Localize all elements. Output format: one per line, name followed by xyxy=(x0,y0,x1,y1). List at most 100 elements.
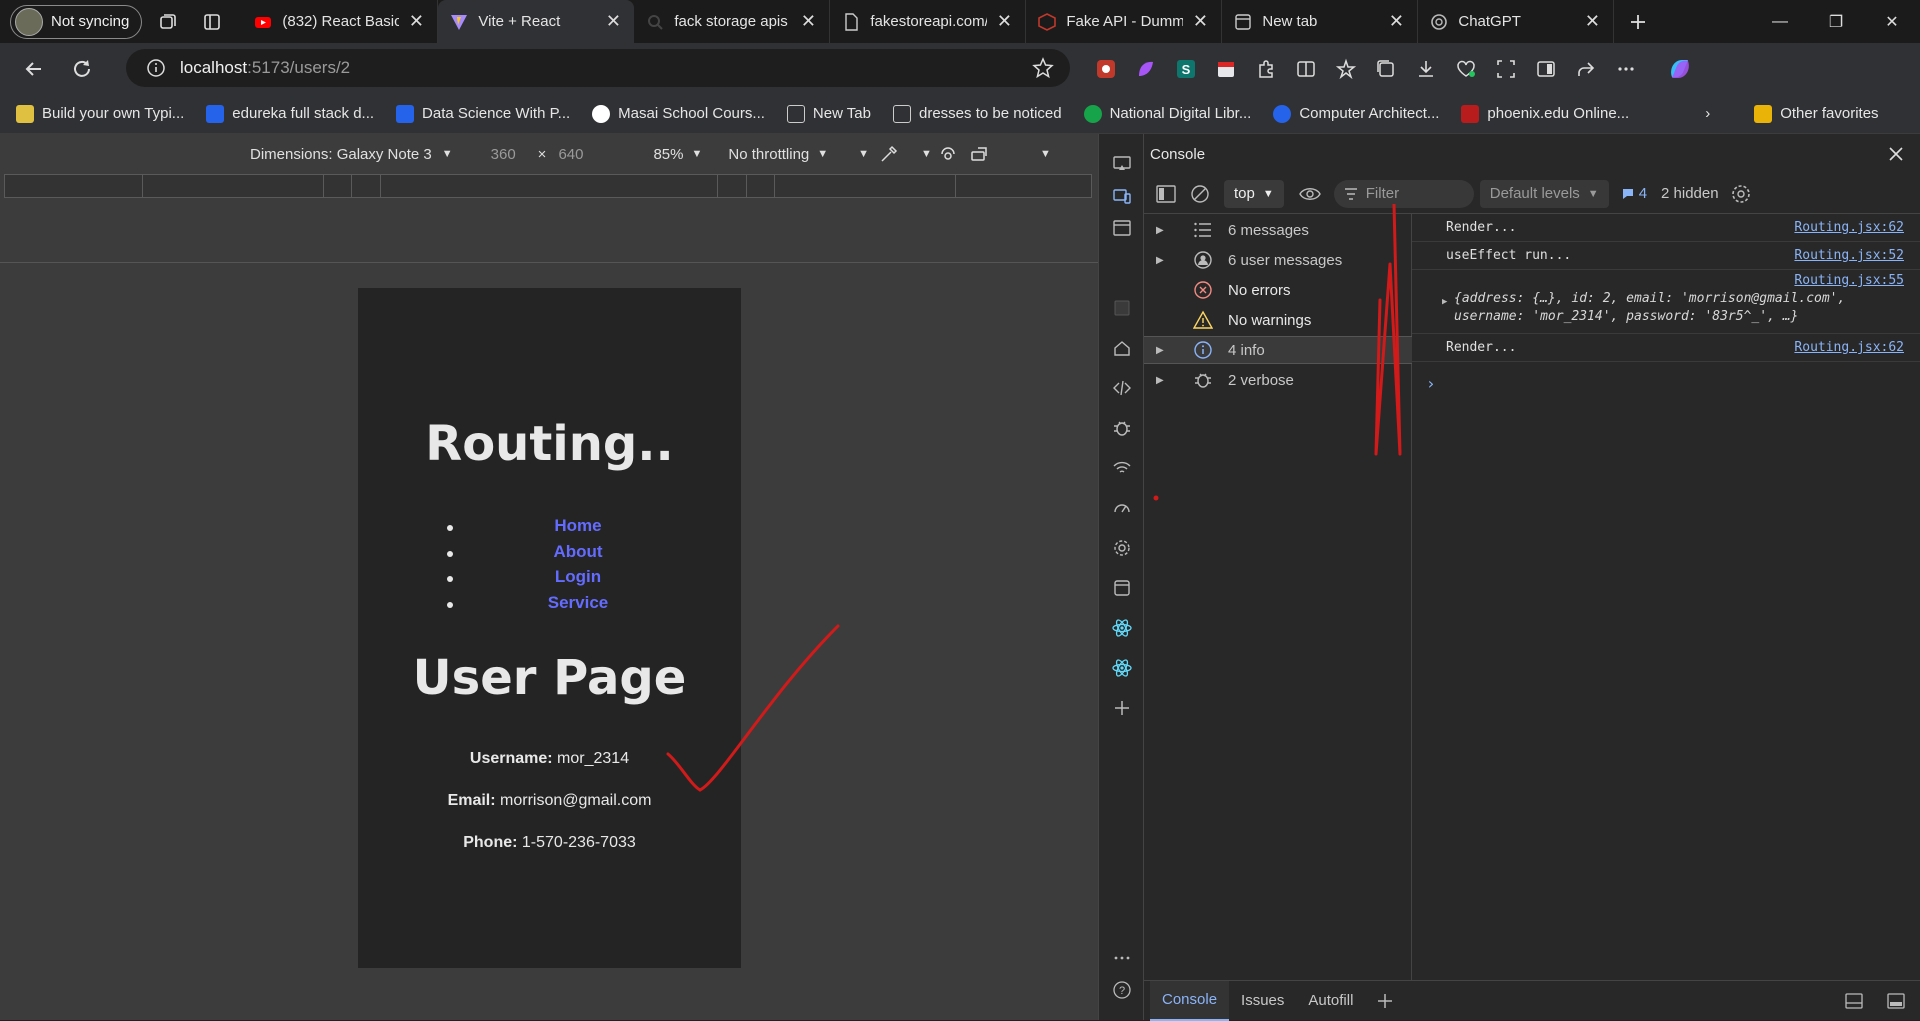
sidebar-item-messages[interactable]: ▶ 6 messages xyxy=(1144,216,1412,244)
device-width-input[interactable]: 360 xyxy=(491,146,516,163)
device-toggle-icon[interactable] xyxy=(1110,184,1134,208)
bookmark-item[interactable]: National Digital Libr... xyxy=(1076,104,1260,123)
bookmark-item[interactable]: edureka full stack d... xyxy=(198,104,382,123)
device-height-input[interactable]: 640 xyxy=(558,146,583,163)
chevron-down-icon[interactable]: ▼ xyxy=(692,148,703,160)
close-icon[interactable]: ✕ xyxy=(799,11,817,32)
profile-button[interactable]: Not syncing xyxy=(10,4,143,39)
minimize-drawer-icon[interactable] xyxy=(1886,991,1906,1011)
tab-actions-icon[interactable] xyxy=(194,4,230,40)
nav-link-about[interactable]: About xyxy=(447,542,708,568)
tab-new-tab[interactable]: New tab ✕ xyxy=(1222,0,1419,43)
tab-fakestoreapi[interactable]: fakestoreapi.com/u ✕ xyxy=(830,0,1027,43)
screenshot-icon[interactable] xyxy=(1486,49,1526,89)
sidebar-item-info[interactable]: ▶ 4 info xyxy=(1144,336,1412,364)
application-icon[interactable] xyxy=(1110,576,1134,600)
filter-input[interactable]: Filter xyxy=(1333,179,1474,208)
new-tab-icon[interactable] xyxy=(1620,4,1656,40)
more-menu-icon[interactable] xyxy=(1606,49,1646,89)
close-window-icon[interactable]: ✕ xyxy=(1864,0,1920,43)
reload-icon[interactable] xyxy=(62,49,102,89)
sidebar-item-verbose[interactable]: ▶ 2 verbose xyxy=(1144,366,1412,394)
workspaces-icon[interactable] xyxy=(150,4,186,40)
live-expression-eye-icon[interactable] xyxy=(1298,182,1322,206)
settings-gear-icon[interactable] xyxy=(1110,536,1134,560)
close-icon[interactable]: ✕ xyxy=(995,11,1013,32)
expand-triangle-icon[interactable]: ▶ xyxy=(1442,297,1447,307)
console-settings-gear-icon[interactable] xyxy=(1729,182,1753,206)
downloads-icon[interactable] xyxy=(1406,49,1446,89)
favorite-star-icon[interactable] xyxy=(1032,57,1054,79)
bookmark-item[interactable]: Build your own Typi... xyxy=(8,104,192,123)
log-source-link[interactable]: Routing.jsx:55 xyxy=(1794,273,1904,288)
media-query-ruler[interactable] xyxy=(4,174,1092,198)
nav-link-service[interactable]: Service xyxy=(447,593,708,619)
bookmark-item[interactable]: dresses to be noticed xyxy=(885,104,1070,123)
sidebar-toggle-icon[interactable] xyxy=(1154,182,1178,206)
expand-triangle-icon[interactable]: ▶ xyxy=(1156,375,1180,386)
bookmark-item[interactable]: Masai School Cours... xyxy=(584,104,773,123)
copilot-icon[interactable] xyxy=(1660,49,1700,89)
debugger-bug-icon[interactable] xyxy=(1110,416,1134,440)
chevron-down-icon[interactable]: ▼ xyxy=(1040,148,1051,160)
chevron-down-icon[interactable]: ▼ xyxy=(817,148,828,160)
tab-chatgpt[interactable]: ChatGPT ✕ xyxy=(1418,0,1615,43)
performance-gauge-icon[interactable] xyxy=(1110,496,1134,520)
home-icon[interactable] xyxy=(1110,336,1134,360)
tab-console[interactable]: Console xyxy=(1150,980,1230,1021)
add-tool-icon[interactable] xyxy=(1110,696,1134,720)
screencast-icon[interactable] xyxy=(1110,152,1134,176)
collections-icon[interactable] xyxy=(1366,49,1406,89)
elements-panel-icon[interactable] xyxy=(1110,216,1134,240)
extension-s-icon[interactable]: S xyxy=(1166,49,1206,89)
dock-drawer-icon[interactable] xyxy=(1844,991,1864,1011)
chevron-down-icon[interactable]: ▼ xyxy=(442,148,453,160)
share-icon[interactable] xyxy=(1566,49,1606,89)
nav-link-login[interactable]: Login xyxy=(447,567,708,593)
zoom-select[interactable]: 85% xyxy=(653,146,683,163)
bookmark-item[interactable]: Data Science With P... xyxy=(388,104,578,123)
react-components-icon[interactable] xyxy=(1110,616,1134,640)
log-source-link[interactable]: Routing.jsx:62 xyxy=(1794,334,1904,362)
sidebar-item-user-messages[interactable]: ▶ 6 user messages xyxy=(1144,246,1412,274)
eyedropper-icon[interactable] xyxy=(879,144,899,164)
bookmark-item[interactable]: Computer Architect... xyxy=(1265,104,1447,123)
issues-badge[interactable]: 4 xyxy=(1621,185,1647,202)
rotate-icon[interactable] xyxy=(970,144,992,164)
clear-console-icon[interactable] xyxy=(1188,182,1212,206)
sensor-icon[interactable] xyxy=(938,144,958,164)
logged-object[interactable]: {address: {…}, id: 2, email: 'morrison@g… xyxy=(1454,290,1845,326)
close-icon[interactable]: ✕ xyxy=(1387,11,1405,32)
split-screen-icon[interactable] xyxy=(1286,49,1326,89)
chevron-right-icon[interactable]: › xyxy=(1697,105,1718,122)
other-favorites[interactable]: Other favorites xyxy=(1746,104,1886,123)
add-drawer-tab-icon[interactable] xyxy=(1365,981,1405,1021)
console-prompt-chevron-icon[interactable]: › xyxy=(1426,374,1436,393)
bookmark-item[interactable]: New Tab xyxy=(779,104,879,123)
chevron-down-icon[interactable]: ▼ xyxy=(921,148,932,160)
help-icon[interactable]: ? xyxy=(1110,978,1134,1002)
address-bar[interactable]: localhost:5173/users/2 xyxy=(126,49,1070,87)
site-info-icon[interactable] xyxy=(146,58,166,78)
log-source-link[interactable]: Routing.jsx:62 xyxy=(1794,214,1904,242)
tab-vite-react[interactable]: Vite + React ✕ xyxy=(438,0,635,43)
more-tools-icon[interactable] xyxy=(1110,946,1134,970)
sidebar-item-errors[interactable]: No errors xyxy=(1144,276,1412,304)
extension-purple-icon[interactable] xyxy=(1126,49,1166,89)
nav-link-home[interactable]: Home xyxy=(447,516,708,542)
close-icon[interactable] xyxy=(1886,144,1906,164)
device-dimensions-select[interactable]: Dimensions: Galaxy Note 3 xyxy=(250,146,432,163)
tab-fake-api[interactable]: Fake API - Dummy ✕ xyxy=(1026,0,1223,43)
sidebar-item-warnings[interactable]: No warnings xyxy=(1144,306,1412,334)
tab-issues[interactable]: Issues xyxy=(1229,981,1296,1021)
close-icon[interactable]: ✕ xyxy=(407,11,425,32)
extension-red-icon[interactable] xyxy=(1086,49,1126,89)
sidebar-toggle-icon[interactable] xyxy=(1526,49,1566,89)
tab-react-basics[interactable]: (832) React Basics ✕ xyxy=(242,0,439,43)
close-icon[interactable]: ✕ xyxy=(604,11,622,32)
favorites-icon[interactable] xyxy=(1326,49,1366,89)
sources-code-icon[interactable] xyxy=(1110,376,1134,400)
tab-fack-storage[interactable]: fack storage apis - ✕ xyxy=(634,0,831,43)
log-levels-select[interactable]: Default levels ▼ xyxy=(1479,179,1609,208)
network-wifi-icon[interactable] xyxy=(1110,456,1134,480)
